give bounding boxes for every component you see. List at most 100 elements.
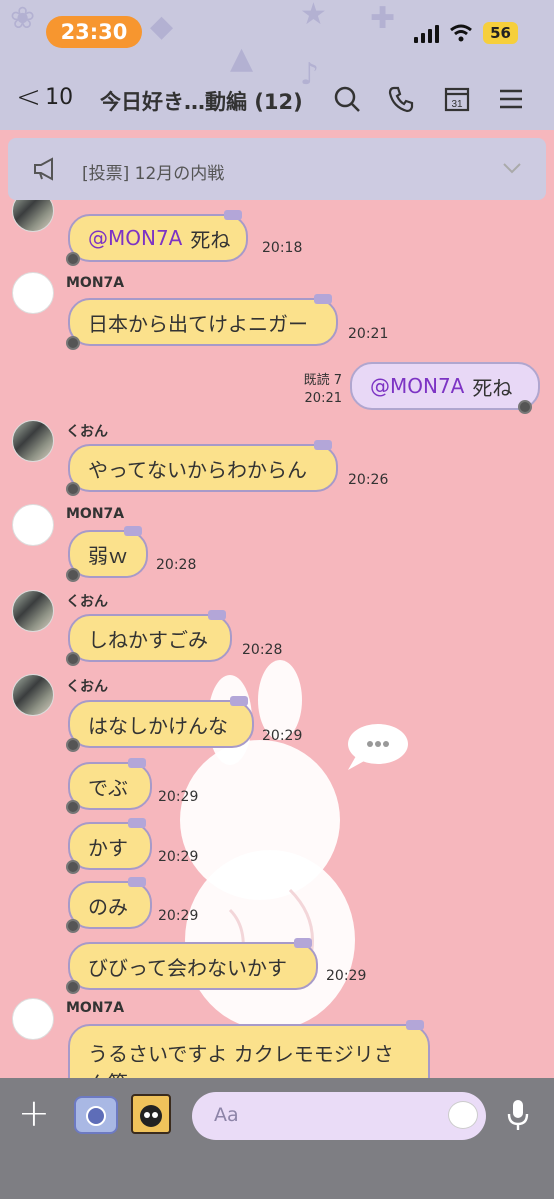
message-bubble[interactable]: しねかすごみ xyxy=(66,610,232,666)
sender-name: MON7A xyxy=(66,1000,125,1016)
battery-indicator: 56 xyxy=(483,22,518,44)
message-bubble[interactable]: 日本から出てけよニガー xyxy=(66,294,338,350)
camera-button[interactable] xyxy=(74,1096,118,1134)
message-text: びびって会わないかす xyxy=(88,955,287,980)
status-time: 23:30 xyxy=(46,16,142,48)
message-time: 20:29 xyxy=(326,968,367,984)
message-text: 日本から出てけよニガー xyxy=(88,311,308,336)
sticker-disc xyxy=(66,980,80,994)
read-count: 既読 7 xyxy=(303,373,342,388)
bubble-tag xyxy=(208,610,226,620)
bubble-tag xyxy=(124,526,142,536)
wifi-icon xyxy=(450,24,473,42)
sticker-disc xyxy=(66,652,80,666)
message-time: 20:21 xyxy=(348,326,389,342)
avatar[interactable] xyxy=(12,674,54,716)
sender-name: MON7A xyxy=(66,275,125,291)
sticker-disc xyxy=(66,568,80,582)
decoration: ◆ xyxy=(150,9,174,44)
message-time: 20:29 xyxy=(158,789,199,805)
signal-icon xyxy=(414,23,440,43)
chevron-down-icon[interactable] xyxy=(502,162,522,174)
search-button[interactable] xyxy=(330,82,364,116)
message-time: 20:29 xyxy=(262,728,303,744)
sticker-button[interactable] xyxy=(131,1094,171,1134)
search-icon xyxy=(334,86,360,112)
avatar[interactable] xyxy=(12,504,54,546)
megaphone-icon xyxy=(34,157,53,181)
decoration: ✚ xyxy=(370,1,396,36)
message-time: 20:29 xyxy=(158,849,199,865)
bubble-tag xyxy=(314,440,332,450)
bubble-tag xyxy=(128,877,146,887)
message-bubble[interactable]: でぶ xyxy=(66,758,152,814)
message-bubble[interactable]: やってないからわからん xyxy=(66,440,338,496)
calendar-icon: 31 xyxy=(444,87,470,112)
camera-icon xyxy=(86,1106,106,1126)
decoration: ▲ xyxy=(230,41,254,76)
emoji-button[interactable] xyxy=(448,1101,478,1129)
sticker-disc xyxy=(66,860,80,874)
chevron-left-icon: < xyxy=(16,80,42,115)
message-time: 20:28 xyxy=(156,557,197,573)
bubble-tag xyxy=(294,938,312,948)
message-time: 20:26 xyxy=(348,472,389,488)
sender-name: MON7A xyxy=(66,506,125,522)
message-text: 死ね xyxy=(472,375,513,400)
bubble-tag xyxy=(128,758,146,768)
avatar[interactable] xyxy=(12,998,54,1040)
mic-button[interactable] xyxy=(506,1098,530,1136)
chat-header-area: ❀ ◆ ★ ✚ ▲ ♪ 23:30 56 < 10 今日好き…動編 (12) 3… xyxy=(0,0,554,130)
message-text: かす xyxy=(88,835,128,860)
message-bubble[interactable]: かす xyxy=(66,818,152,874)
bubble-tag xyxy=(128,818,146,828)
sticker-disc xyxy=(66,800,80,814)
message-bubble[interactable]: はなしかけんな xyxy=(66,696,254,752)
mention[interactable]: @MON7A xyxy=(88,226,182,250)
avatar[interactable] xyxy=(12,590,54,632)
message-bubble[interactable]: のみ xyxy=(66,877,152,933)
avatar[interactable] xyxy=(12,420,54,462)
phone-icon xyxy=(388,86,414,113)
message-input[interactable]: Aa xyxy=(192,1092,486,1140)
message-text: のみ xyxy=(88,894,128,919)
sender-name: くおん xyxy=(66,679,108,695)
own-message-bubble[interactable]: @MON7A 死ね xyxy=(350,362,540,414)
sticker-disc xyxy=(66,336,80,350)
message-time: 20:18 xyxy=(262,240,303,256)
calendar-button[interactable]: 31 xyxy=(440,82,474,116)
microphone-icon xyxy=(507,1100,529,1130)
sticker-disc xyxy=(518,400,532,414)
message-bubble[interactable]: びびって会わないかす xyxy=(66,938,318,994)
back-button[interactable]: < 10 xyxy=(16,80,73,115)
message-text: はなしかけんな xyxy=(88,713,228,738)
status-icons: 56 xyxy=(414,22,518,44)
sticker-disc xyxy=(66,252,80,266)
message-text: 死ね xyxy=(190,227,231,252)
message-time: 20:21 xyxy=(304,391,342,406)
call-button[interactable] xyxy=(384,82,418,116)
menu-icon xyxy=(500,89,522,109)
message-bubble[interactable]: @MON7A 死ね xyxy=(66,210,248,266)
message-input-placeholder: Aa xyxy=(214,1104,239,1126)
announcement-bar[interactable]: [投票] 12月の内戦 xyxy=(8,138,546,200)
announcement-text: [投票] 12月の内戦 xyxy=(82,164,225,184)
unread-count: 10 xyxy=(45,85,74,110)
bubble-tag xyxy=(314,294,332,304)
add-button[interactable]: + xyxy=(18,1094,50,1132)
message-bubble[interactable]: 弱ｗ xyxy=(66,526,148,582)
bubble-tag xyxy=(230,696,248,706)
message-text: でぶ xyxy=(88,775,128,800)
decoration: ❀ xyxy=(10,1,36,36)
sender-name: くおん xyxy=(66,594,108,610)
sticker-disc xyxy=(66,482,80,496)
message-text: 弱ｗ xyxy=(88,543,128,568)
read-receipt: 既読 7 20:21 xyxy=(290,372,342,408)
message-time: 20:28 xyxy=(242,642,283,658)
avatar[interactable] xyxy=(12,272,54,314)
message-text: やってないからわからん xyxy=(88,457,307,482)
menu-button[interactable] xyxy=(494,82,528,116)
mention[interactable]: @MON7A xyxy=(370,374,464,398)
chat-title[interactable]: 今日好き…動編 (12) xyxy=(100,86,303,116)
calendar-day: 31 xyxy=(451,99,463,110)
